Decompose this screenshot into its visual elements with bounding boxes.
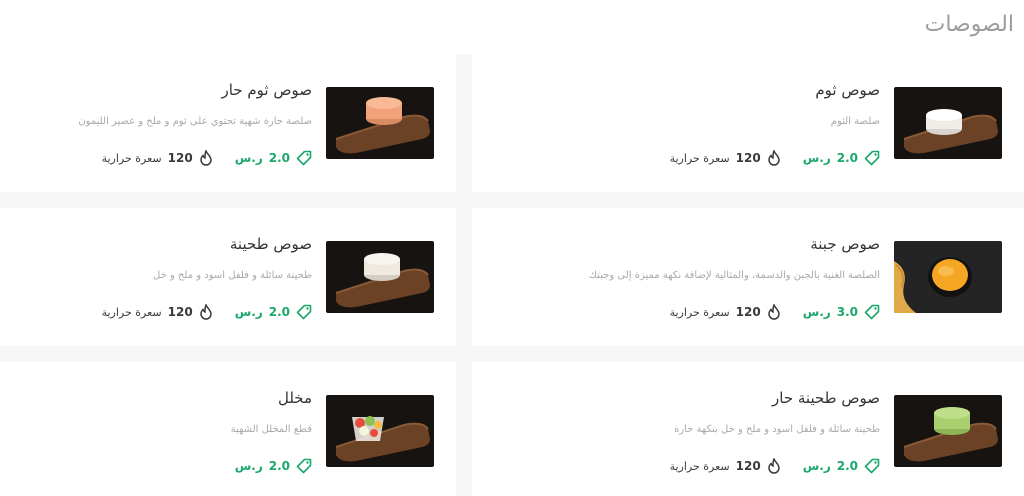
menu-item-card[interactable]: صوص ثوم حار صلصة حارة شهية تحتوي على ثوم… bbox=[0, 54, 456, 192]
item-description: صلصة حارة شهية تحتوي على ثوم و ملح و عصي… bbox=[78, 116, 312, 127]
item-description: الصلصة الغنية بالجبن والدسمة، والمثالية … bbox=[588, 270, 880, 281]
item-name: مخلل bbox=[277, 389, 312, 407]
product-image bbox=[894, 395, 1002, 467]
calories-value: 120 bbox=[735, 305, 761, 319]
currency-label: ر.س bbox=[802, 151, 831, 165]
item-meta: 2.0 ر.س bbox=[235, 458, 312, 474]
menu-item-card[interactable]: صوص جبنة الصلصة الغنية بالجبن والدسمة، و… bbox=[472, 208, 1024, 346]
price-tag-icon bbox=[864, 150, 880, 166]
item-price: 2.0 bbox=[836, 459, 858, 473]
item-meta: 2.0 ر.س 120 سعرة حرارية bbox=[670, 458, 880, 474]
item-meta: 2.0 ر.س 120 سعرة حرارية bbox=[102, 150, 312, 166]
price-tag-icon bbox=[296, 304, 312, 320]
item-price: 2.0 bbox=[268, 151, 290, 165]
calories-value: 120 bbox=[167, 305, 193, 319]
price-block: 2.0 ر.س bbox=[803, 150, 880, 166]
item-description: قطع المخلل الشهية bbox=[230, 424, 312, 435]
item-name: صوص طحينة bbox=[229, 235, 312, 253]
item-name: صوص طحينة حار bbox=[772, 389, 880, 407]
item-name: صوص جبنة bbox=[810, 235, 880, 253]
price-block: 2.0 ر.س bbox=[235, 150, 312, 166]
fire-icon bbox=[767, 304, 781, 320]
price-block: 3.0 ر.س bbox=[803, 304, 880, 320]
price-block: 2.0 ر.س bbox=[235, 304, 312, 320]
fire-icon bbox=[767, 150, 781, 166]
calories-value: 120 bbox=[735, 151, 761, 165]
calories-unit: سعرة حرارية bbox=[669, 459, 730, 473]
currency-label: ر.س bbox=[802, 305, 831, 319]
product-image bbox=[894, 241, 1002, 313]
price-block: 2.0 ر.س bbox=[235, 458, 312, 474]
item-description: صلصة الثوم bbox=[830, 116, 880, 127]
calories-block: 120 سعرة حرارية bbox=[670, 304, 781, 320]
item-meta: 2.0 ر.س 120 سعرة حرارية bbox=[670, 150, 880, 166]
item-description: طحينة سائلة و فلفل اسود و ملح و خل بنكهة… bbox=[674, 424, 880, 435]
calories-block: 120 سعرة حرارية bbox=[102, 150, 213, 166]
currency-label: ر.س bbox=[234, 305, 263, 319]
calories-value: 120 bbox=[735, 459, 761, 473]
item-meta: 2.0 ر.س 120 سعرة حرارية bbox=[102, 304, 312, 320]
currency-label: ر.س bbox=[802, 459, 831, 473]
item-price: 2.0 bbox=[268, 305, 290, 319]
calories-unit: سعرة حرارية bbox=[101, 305, 162, 319]
item-price: 2.0 bbox=[836, 151, 858, 165]
section-title: الصوصات bbox=[924, 12, 1014, 37]
calories-value: 120 bbox=[167, 151, 193, 165]
price-block: 2.0 ر.س bbox=[803, 458, 880, 474]
menu-item-card[interactable]: صوص طحينة طحينة سائلة و فلفل اسود و ملح … bbox=[0, 208, 456, 346]
menu-item-card[interactable]: مخلل قطع المخلل الشهية 2.0 ر.س bbox=[0, 362, 456, 496]
menu-item-card[interactable]: صوص ثوم صلصة الثوم 2.0 ر.س 120 سعرة حرار… bbox=[472, 54, 1024, 192]
item-price: 2.0 bbox=[268, 459, 290, 473]
price-tag-icon bbox=[864, 304, 880, 320]
calories-block: 120 سعرة حرارية bbox=[670, 458, 781, 474]
price-tag-icon bbox=[296, 150, 312, 166]
price-tag-icon bbox=[296, 458, 312, 474]
item-name: صوص ثوم bbox=[815, 81, 880, 99]
product-image bbox=[326, 395, 434, 467]
fire-icon bbox=[767, 458, 781, 474]
calories-block: 120 سعرة حرارية bbox=[102, 304, 213, 320]
product-image bbox=[894, 87, 1002, 159]
product-image bbox=[326, 241, 434, 313]
header-bar bbox=[0, 0, 1024, 54]
fire-icon bbox=[199, 304, 213, 320]
calories-unit: سعرة حرارية bbox=[669, 151, 730, 165]
menu-item-card[interactable]: صوص طحينة حار طحينة سائلة و فلفل اسود و … bbox=[472, 362, 1024, 496]
calories-unit: سعرة حرارية bbox=[669, 305, 730, 319]
currency-label: ر.س bbox=[234, 151, 263, 165]
calories-unit: سعرة حرارية bbox=[101, 151, 162, 165]
price-tag-icon bbox=[864, 458, 880, 474]
fire-icon bbox=[199, 150, 213, 166]
item-name: صوص ثوم حار bbox=[221, 81, 312, 99]
currency-label: ر.س bbox=[234, 459, 263, 473]
product-image bbox=[326, 87, 434, 159]
item-price: 3.0 bbox=[836, 305, 858, 319]
item-description: طحينة سائلة و فلفل اسود و ملح و خل bbox=[153, 270, 312, 281]
item-meta: 3.0 ر.س 120 سعرة حرارية bbox=[670, 304, 880, 320]
calories-block: 120 سعرة حرارية bbox=[670, 150, 781, 166]
